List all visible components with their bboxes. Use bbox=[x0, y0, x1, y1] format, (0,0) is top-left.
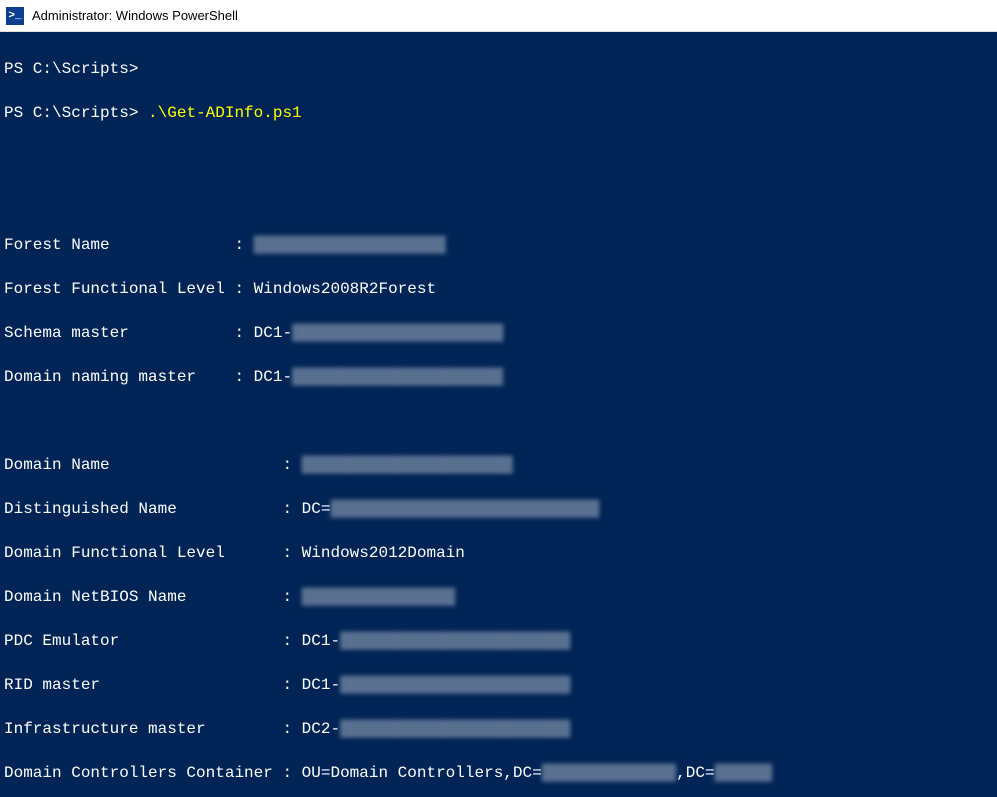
prompt-line: PS C:\Scripts> bbox=[4, 60, 138, 78]
window-titlebar[interactable]: >_ Administrator: Windows PowerShell bbox=[0, 0, 997, 32]
terminal-output[interactable]: PS C:\Scripts> PS C:\Scripts> .\Get-ADIn… bbox=[0, 32, 997, 797]
forest-functional-value: Windows2008R2Forest bbox=[254, 280, 436, 298]
rid-master-value: DC1-████████████████████████ bbox=[302, 676, 571, 694]
schema-master-label: Schema master : bbox=[4, 324, 254, 342]
domain-functional-label: Domain Functional Level : bbox=[4, 544, 302, 562]
domain-name-value: ██████████████████████ bbox=[302, 456, 513, 474]
schema-master-value: DC1-██████████████████████ bbox=[254, 324, 504, 342]
netbios-name-label: Domain NetBIOS Name : bbox=[4, 588, 302, 606]
entered-command: .\Get-ADInfo.ps1 bbox=[148, 104, 302, 122]
domain-naming-value: DC1-██████████████████████ bbox=[254, 368, 504, 386]
rid-master-label: RID master : bbox=[4, 676, 302, 694]
domain-name-label: Domain Name : bbox=[4, 456, 302, 474]
pdc-emulator-value: DC1-████████████████████████ bbox=[302, 632, 571, 650]
pdc-emulator-label: PDC Emulator : bbox=[4, 632, 302, 650]
domain-functional-value: Windows2012Domain bbox=[302, 544, 465, 562]
dc-container-value: OU=Domain Controllers,DC=██████████████,… bbox=[302, 764, 772, 782]
distinguished-name-label: Distinguished Name : bbox=[4, 500, 302, 518]
dc-container-label: Domain Controllers Container : bbox=[4, 764, 302, 782]
forest-name-value: ████████████████████ bbox=[254, 236, 446, 254]
netbios-name-value: ████████████████ bbox=[302, 588, 456, 606]
powershell-icon: >_ bbox=[6, 7, 24, 25]
infrastructure-master-value: DC2-████████████████████████ bbox=[302, 720, 571, 738]
window-title: Administrator: Windows PowerShell bbox=[32, 8, 238, 23]
distinguished-name-value: DC=████████████████████████████ bbox=[302, 500, 600, 518]
forest-functional-label: Forest Functional Level : bbox=[4, 280, 254, 298]
prompt-line: PS C:\Scripts> bbox=[4, 104, 148, 122]
forest-name-label: Forest Name : bbox=[4, 236, 254, 254]
domain-naming-label: Domain naming master : bbox=[4, 368, 254, 386]
infrastructure-master-label: Infrastructure master : bbox=[4, 720, 302, 738]
